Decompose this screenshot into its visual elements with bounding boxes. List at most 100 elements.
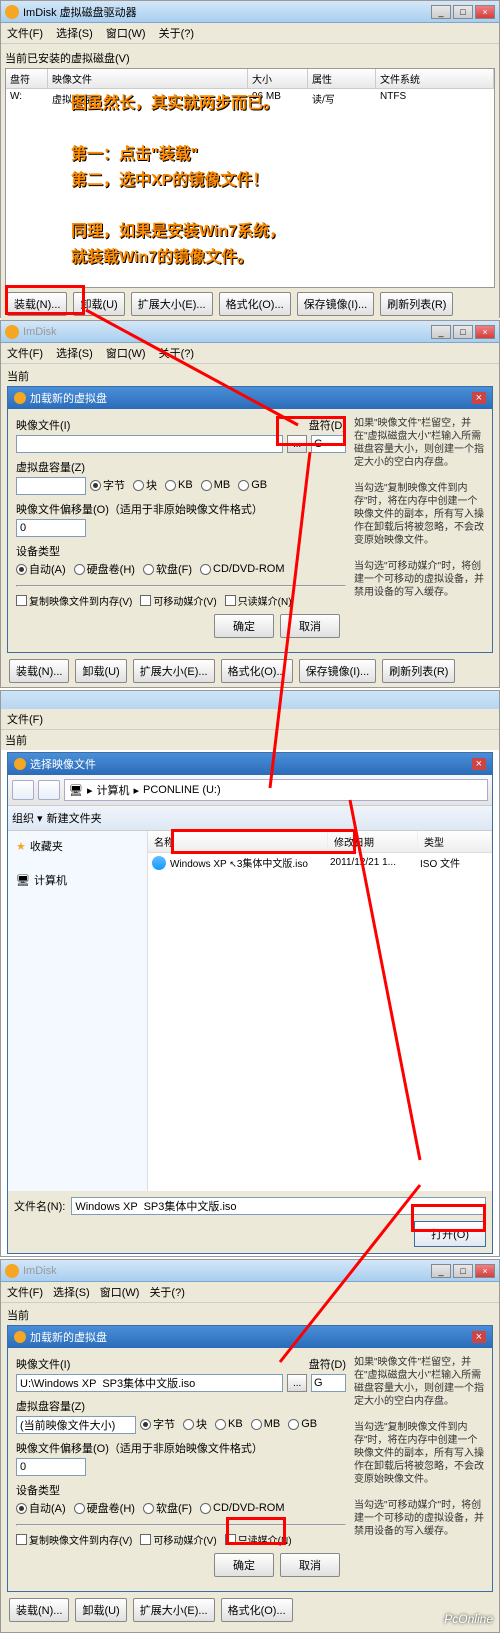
close-button[interactable]: × [475, 5, 495, 19]
unit-block-4[interactable]: 块 [183, 1416, 207, 1432]
cancel-button[interactable]: 取消 [280, 614, 340, 638]
minimize-button[interactable]: _ [431, 5, 451, 19]
unit-gb-4[interactable]: GB [288, 1418, 317, 1430]
menu-window[interactable]: 窗口(W) [106, 348, 146, 360]
location-bar[interactable]: 🖥▸ 计算机▸ PCONLINE (U:) [64, 779, 488, 801]
unit-mb[interactable]: MB [201, 479, 231, 491]
maximize-button[interactable]: □ [453, 1264, 473, 1278]
organize-button[interactable]: 组织 ▾ [12, 810, 43, 826]
col-fs[interactable]: 文件系统 [376, 69, 494, 88]
col-image[interactable]: 映像文件 [48, 69, 248, 88]
type-floppy-4[interactable]: 软盘(F) [143, 1500, 192, 1516]
open-button[interactable]: 打开(O) [414, 1221, 486, 1247]
type-hdd[interactable]: 硬盘卷(H) [74, 561, 135, 577]
mount-button[interactable]: 装载(N)... [7, 292, 67, 316]
cancel-button-4[interactable]: 取消 [280, 1553, 340, 1577]
menu-window[interactable]: 窗口(W) [106, 28, 146, 40]
unit-kb[interactable]: KB [165, 479, 193, 491]
unit-mb-4[interactable]: MB [251, 1418, 281, 1430]
breadcrumb-drive[interactable]: PCONLINE (U:) [143, 784, 221, 796]
unit-block[interactable]: 块 [133, 477, 157, 493]
type-hdd-4[interactable]: 硬盘卷(H) [74, 1500, 135, 1516]
type-auto[interactable]: 自动(A) [16, 561, 66, 577]
image-file-input-4[interactable] [16, 1374, 283, 1392]
extend-button-2[interactable]: 扩展大小(E)... [133, 659, 215, 683]
maximize-button[interactable]: □ [453, 5, 473, 19]
forward-button[interactable] [38, 780, 60, 800]
menu-file[interactable]: 文件(F) [7, 1287, 43, 1299]
unmount-button[interactable]: 卸载(U) [73, 292, 124, 316]
offset-input-4[interactable] [16, 1458, 86, 1476]
format-button[interactable]: 格式化(O)... [219, 292, 291, 316]
col-attr[interactable]: 属性 [308, 69, 376, 88]
readonly-media-4[interactable]: 只读媒介(N) [225, 1532, 292, 1547]
drive-input-4[interactable] [311, 1374, 346, 1392]
format-button-2[interactable]: 格式化(O)... [221, 659, 293, 683]
browse-button[interactable]: ... [287, 435, 307, 453]
file-row[interactable]: Windows XP ↖3集体中文版.iso 2011/12/21 1... I… [148, 853, 492, 872]
maximize-button[interactable]: □ [453, 325, 473, 339]
type-auto-4[interactable]: 自动(A) [16, 1500, 66, 1516]
ok-button-4[interactable]: 确定 [214, 1553, 274, 1577]
dialog-close-icon[interactable]: × [472, 392, 486, 404]
refresh-button[interactable]: 刷新列表(R) [380, 292, 453, 316]
drive-input[interactable] [311, 435, 346, 453]
sidebar-favorites[interactable]: ★收藏夹 [12, 835, 143, 857]
mount-button-2[interactable]: 装载(N)... [9, 659, 69, 683]
dialog-close-icon[interactable]: × [472, 1331, 486, 1343]
save-button-2[interactable]: 保存镜像(I)... [299, 659, 377, 683]
menu-about[interactable]: 关于(?) [159, 348, 194, 360]
capacity-input-4[interactable] [16, 1416, 136, 1434]
col-name[interactable]: 名称 [148, 831, 328, 852]
dialog-close-icon[interactable]: × [472, 758, 486, 770]
mount-button-4[interactable]: 装载(N)... [9, 1598, 69, 1622]
minimize-button[interactable]: _ [431, 325, 451, 339]
format-button-4[interactable]: 格式化(O)... [221, 1598, 293, 1622]
close-button[interactable]: × [475, 325, 495, 339]
file-name-rest: 3集体中文版.iso [237, 859, 308, 870]
breadcrumb-computer[interactable]: 计算机 [97, 782, 130, 798]
menu-file[interactable]: 文件(F) [7, 28, 43, 40]
menu-about[interactable]: 关于(?) [149, 1287, 184, 1299]
new-folder-button[interactable]: 新建文件夹 [47, 810, 102, 826]
menu-select[interactable]: 选择(S) [56, 348, 93, 360]
copy-to-mem-4[interactable]: 复制映像文件到内存(V) [16, 1532, 132, 1547]
unit-gb[interactable]: GB [238, 479, 267, 491]
copy-to-mem[interactable]: 复制映像文件到内存(V) [16, 593, 132, 608]
capacity-input[interactable] [16, 477, 86, 495]
unmount-button-4[interactable]: 卸载(U) [75, 1598, 126, 1622]
sidebar-computer[interactable]: 🖥计算机 [12, 869, 143, 891]
save-button[interactable]: 保存镜像(I)... [297, 292, 375, 316]
unit-byte-4[interactable]: 字节 [140, 1416, 175, 1432]
browse-button-4[interactable]: ... [287, 1374, 307, 1392]
menu-about[interactable]: 关于(?) [159, 28, 194, 40]
back-button[interactable] [12, 780, 34, 800]
col-size[interactable]: 大小 [248, 69, 308, 88]
menu-file-3[interactable]: 文件(F) [7, 714, 43, 726]
removable-media-4[interactable]: 可移动媒介(V) [140, 1532, 216, 1547]
col-drive[interactable]: 盘符 [6, 69, 48, 88]
minimize-button[interactable]: _ [431, 1264, 451, 1278]
type-floppy[interactable]: 软盘(F) [143, 561, 192, 577]
extend-button-4[interactable]: 扩展大小(E)... [133, 1598, 215, 1622]
unmount-button-2[interactable]: 卸载(U) [75, 659, 126, 683]
filename-input[interactable] [71, 1197, 486, 1215]
type-cd[interactable]: CD/DVD-ROM [200, 563, 285, 575]
menu-select[interactable]: 选择(S) [53, 1287, 90, 1299]
type-cd-4[interactable]: CD/DVD-ROM [200, 1502, 285, 1514]
unit-kb-4[interactable]: KB [215, 1418, 243, 1430]
menu-select[interactable]: 选择(S) [56, 28, 93, 40]
menu-window[interactable]: 窗口(W) [100, 1287, 140, 1299]
col-type[interactable]: 类型 [418, 831, 492, 852]
unit-byte[interactable]: 字节 [90, 477, 125, 493]
col-date[interactable]: 修改日期 [328, 831, 418, 852]
offset-input[interactable] [16, 519, 86, 537]
menu-file[interactable]: 文件(F) [7, 348, 43, 360]
refresh-button-2[interactable]: 刷新列表(R) [382, 659, 455, 683]
ok-button[interactable]: 确定 [214, 614, 274, 638]
image-file-input[interactable] [16, 435, 283, 453]
readonly-media[interactable]: 只读媒介(N) [225, 593, 292, 608]
close-button[interactable]: × [475, 1264, 495, 1278]
removable-media[interactable]: 可移动媒介(V) [140, 593, 216, 608]
extend-button[interactable]: 扩展大小(E)... [131, 292, 213, 316]
